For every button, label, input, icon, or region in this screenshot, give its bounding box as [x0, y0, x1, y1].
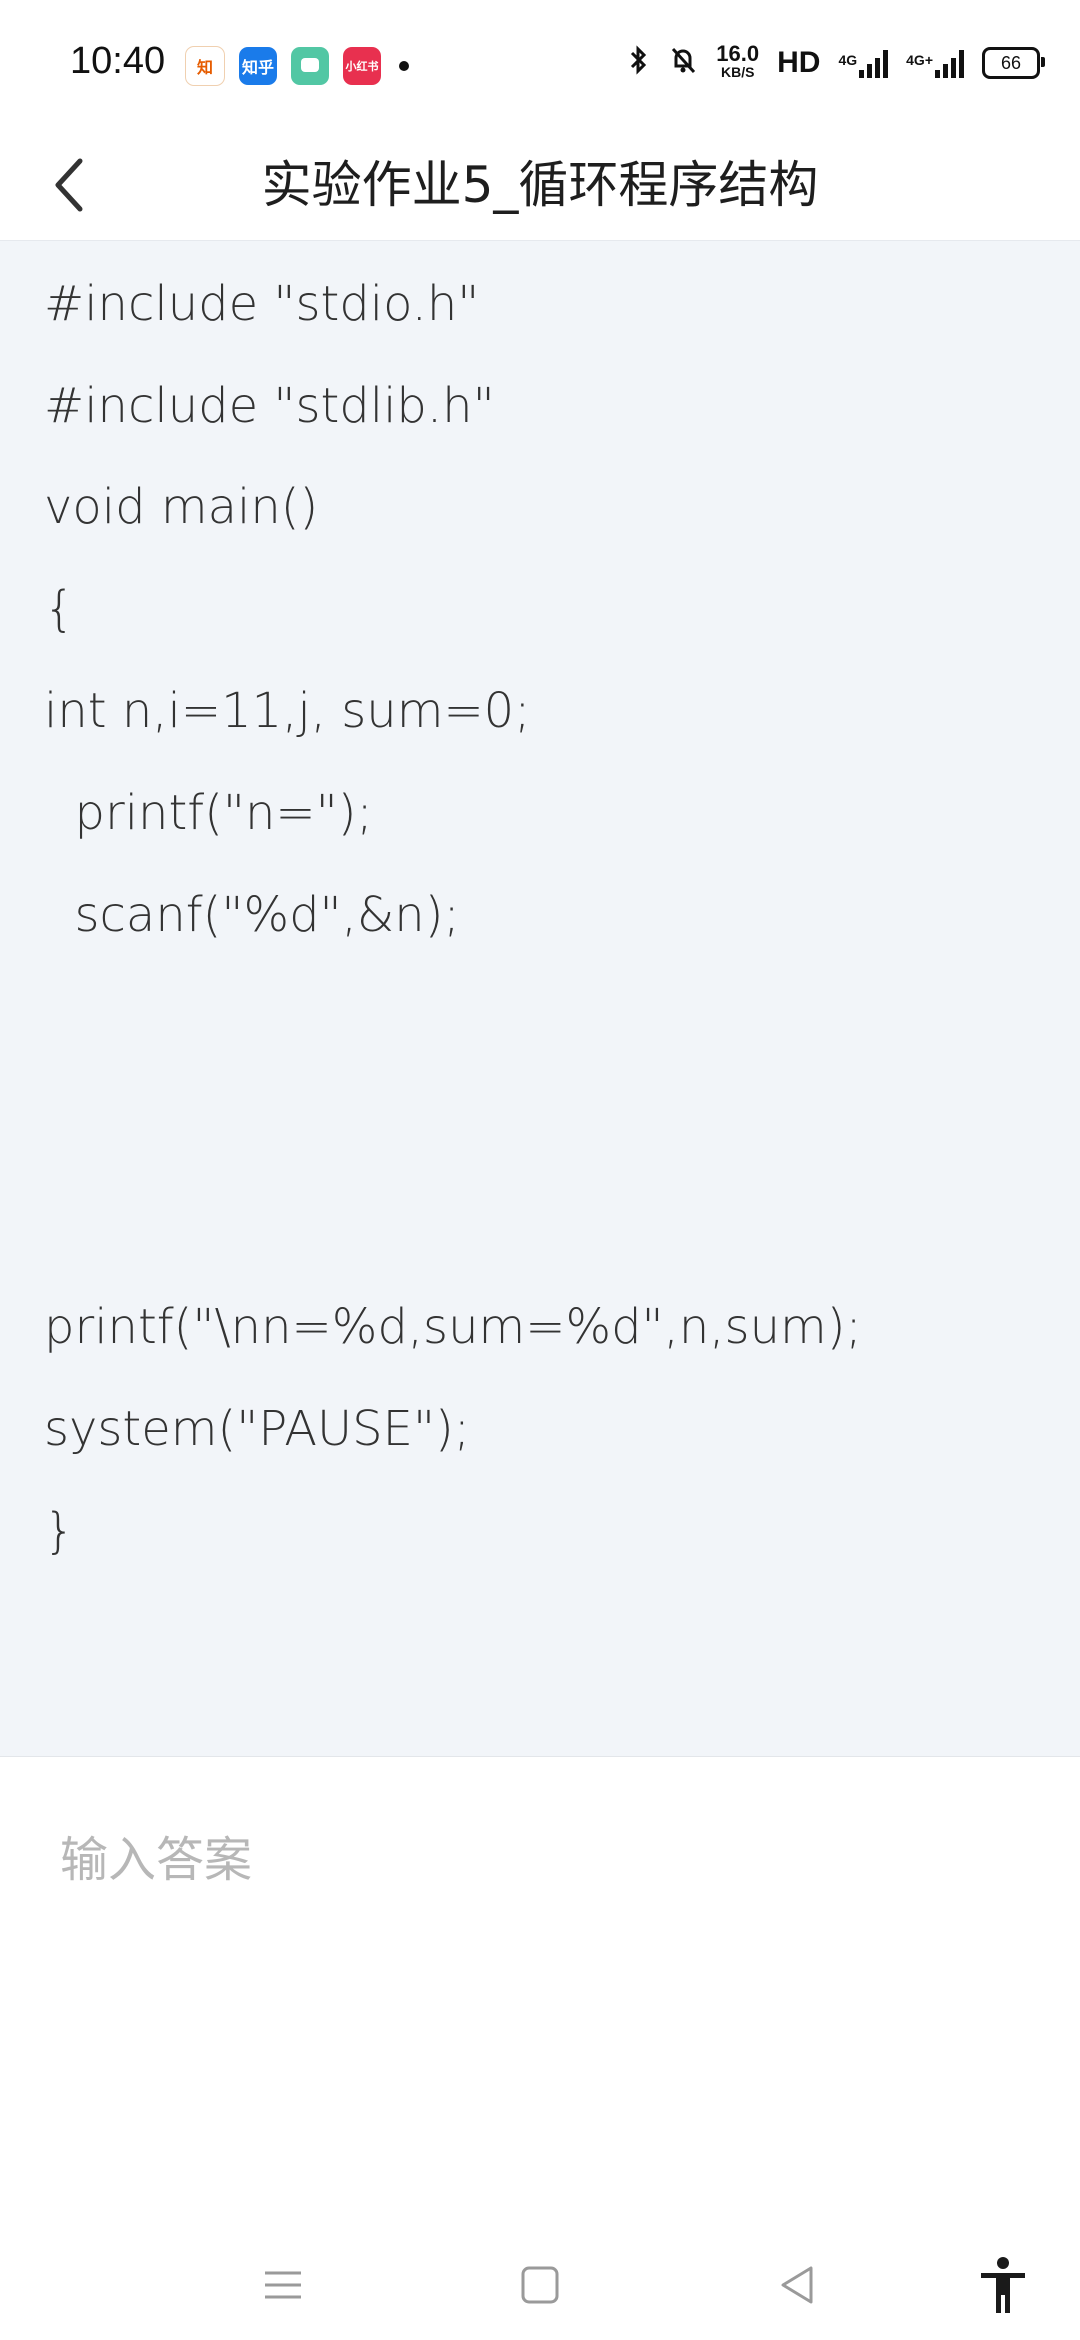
signal-bars-icon — [935, 48, 964, 78]
page-title: 实验作业5_循环程序结构 — [261, 156, 819, 214]
accessibility-button[interactable] — [968, 2250, 1038, 2320]
network-speed: 16.0 KB/S — [716, 41, 760, 81]
triangle-back-icon — [781, 2266, 813, 2304]
menu-icon — [265, 2271, 301, 2299]
home-button[interactable] — [505, 2250, 575, 2320]
home-square-icon — [521, 2266, 559, 2304]
bluetooth-icon — [626, 44, 650, 82]
code-line: #include "stdio.h" — [44, 276, 480, 332]
battery-icon: 66 — [982, 47, 1045, 79]
chat-app-icon — [291, 47, 329, 85]
notification-app-icons: 知 知乎 小红书 — [185, 46, 409, 86]
status-time: 10:40 — [70, 40, 166, 82]
system-back-button[interactable] — [762, 2250, 832, 2320]
baidu-zhidao-app-icon: 知 — [185, 46, 225, 86]
code-line: #include "stdlib.h" — [44, 378, 495, 434]
signal-bars-icon — [859, 48, 889, 78]
code-line: printf("n="); — [44, 785, 373, 841]
system-navigation-bar — [0, 2230, 1080, 2340]
code-line: } — [44, 1503, 75, 1559]
answer-input[interactable]: 输入答案 — [60, 1820, 252, 1890]
code-line: void main() — [44, 479, 319, 535]
code-line: int n,i=11,j, sum=0; — [44, 683, 531, 739]
xiaohongshu-app-icon: 小红书 — [343, 47, 381, 85]
bell-muted-icon — [668, 44, 698, 82]
code-line: scanf("%d",&n); — [44, 887, 460, 943]
code-line: system("PAUSE"); — [44, 1401, 470, 1457]
question-code-panel: #include "stdio.h" #include "stdlib.h" v… — [0, 240, 1080, 1757]
accessibility-icon — [981, 2257, 1025, 2313]
status-bar: 10:40 知 知乎 小红书 16.0 KB/S HD 4G 4G+ 66 — [0, 0, 1080, 130]
signal-1: 4G — [838, 48, 889, 78]
code-line: printf("\nn=%d,sum=%d",n,sum); — [44, 1299, 862, 1355]
status-indicators: 16.0 KB/S HD 4G 4G+ 66 — [626, 41, 1045, 82]
page-header: 实验作业5_循环程序结构 — [0, 130, 1080, 240]
code-line: { — [44, 581, 75, 637]
hd-voice-indicator: HD — [777, 46, 821, 79]
menu-button[interactable] — [248, 2250, 318, 2320]
signal-2: 4G+ — [906, 48, 964, 78]
zhihu-app-icon: 知乎 — [239, 47, 277, 85]
more-notifications-dot-icon — [399, 61, 409, 71]
